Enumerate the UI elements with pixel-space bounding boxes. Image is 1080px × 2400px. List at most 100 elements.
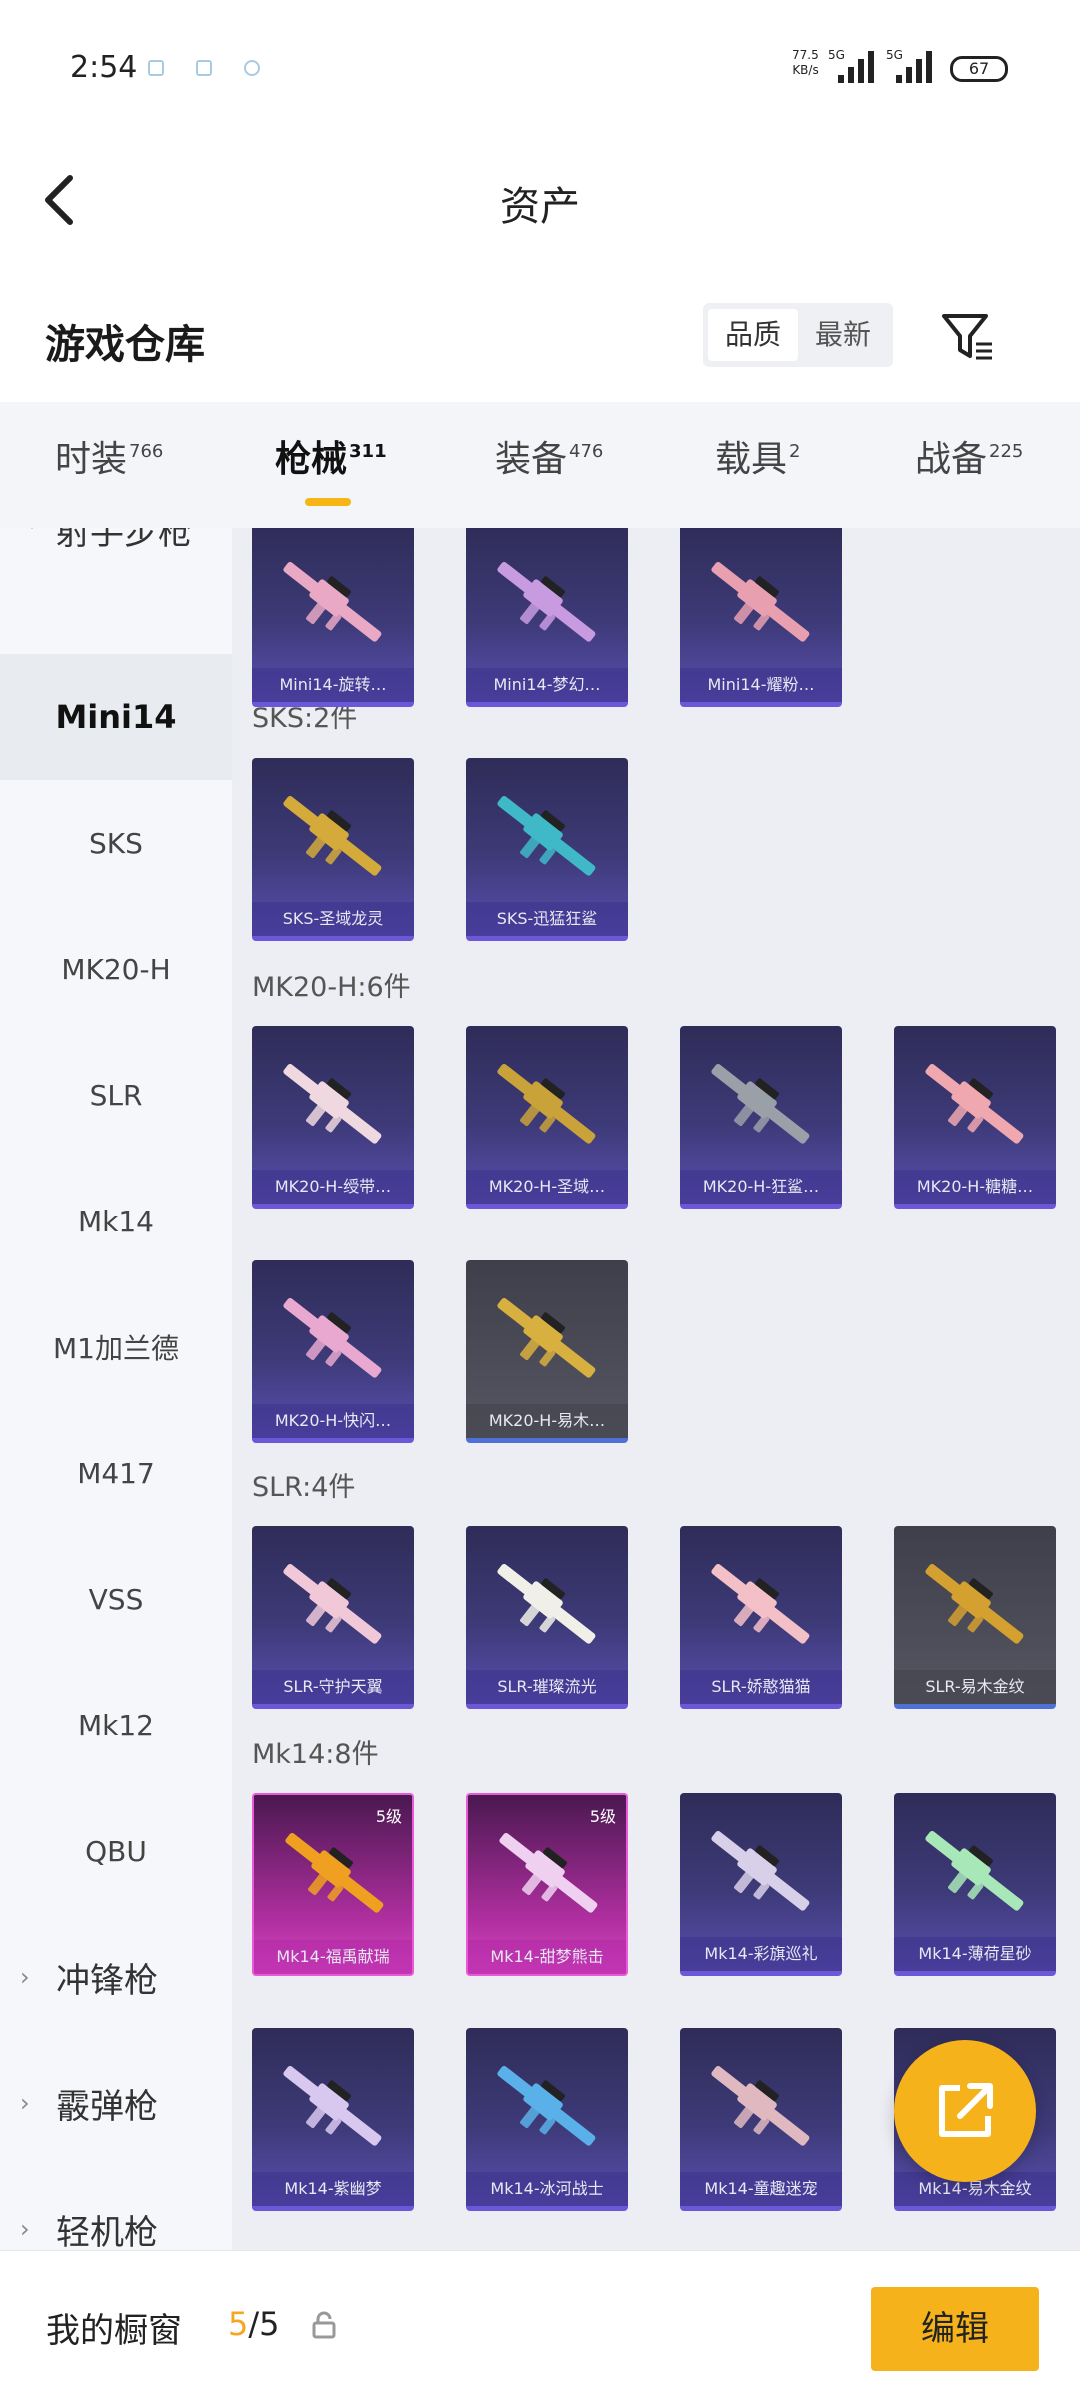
skin-name: MK20-H-快闪… — [252, 1404, 414, 1438]
filter-icon[interactable] — [940, 310, 996, 364]
share-float-button[interactable] — [894, 2040, 1036, 2182]
signal-icon — [838, 51, 874, 83]
gun-skin-image — [497, 561, 596, 642]
sidebar-item-slr[interactable]: SLR — [0, 1032, 232, 1158]
skin-card[interactable]: MK20-H-糖糖… — [894, 1026, 1056, 1209]
tab-supplies[interactable]: 战备 225 — [915, 430, 1023, 482]
skin-card[interactable]: SKS-迅猛狂鲨 — [466, 758, 628, 941]
sidebar-group-smg[interactable]: › 冲锋枪 — [0, 1914, 232, 2040]
status-time: 2:54 — [70, 50, 138, 85]
gun-skin-image — [711, 1830, 810, 1911]
skin-name: SLR-易木金纹 — [894, 1670, 1056, 1704]
skin-card[interactable]: SLR-娇憨猫猫 — [680, 1526, 842, 1709]
sidebar-item-label: MK20-H — [61, 952, 171, 986]
skin-name: Mk14-福禹献瑞 — [254, 1940, 412, 1974]
skin-card[interactable]: SKS-圣域龙灵 — [252, 758, 414, 941]
section-title-mk20h: MK20-H:6件 — [252, 972, 411, 1003]
battery-icon: 67 — [950, 56, 1008, 82]
sort-quality-button[interactable]: 品质 — [708, 309, 798, 361]
skin-card[interactable]: SLR-易木金纹 — [894, 1526, 1056, 1709]
skin-card[interactable]: 5级 Mk14-福禹献瑞 — [252, 1793, 414, 1976]
sort-newest-button[interactable]: 最新 — [798, 309, 888, 361]
gun-skin-image — [497, 1563, 596, 1644]
sidebar-group-marksman[interactable]: ﹀ 射手步枪 — [0, 528, 232, 592]
tab-label: 装备 — [495, 439, 568, 480]
sidebar-item-mk20h[interactable]: MK20-H — [0, 906, 232, 1032]
skin-card[interactable]: Mk14-紫幽梦 — [252, 2028, 414, 2211]
warehouse-toolbar: 游戏仓库 品质 最新 — [0, 290, 1080, 380]
showcase-total: /5 — [248, 2305, 280, 2343]
skin-card[interactable]: Mk14-童趣迷宠 — [680, 2028, 842, 2211]
skin-card[interactable]: MK20-H-圣域… — [466, 1026, 628, 1209]
skin-card[interactable]: Mk14-冰河战士 — [466, 2028, 628, 2211]
skin-name: MK20-H-狂鲨… — [680, 1170, 842, 1204]
tab-count: 476 — [569, 441, 604, 462]
skin-card[interactable]: MK20-H-绶带… — [252, 1026, 414, 1209]
skin-card[interactable]: 5级 Mk14-甜梦熊击 — [466, 1793, 628, 1976]
skin-name: Mk14-紫幽梦 — [252, 2172, 414, 2206]
skin-card[interactable]: SLR-璀璨流光 — [466, 1526, 628, 1709]
section-title-slr: SLR:4件 — [252, 1472, 356, 1503]
gun-skin-image — [283, 795, 382, 876]
weapon-type-sidebar: ﹀ 射手步枪 Mini14 SKS MK20-H SLR Mk14 M1加兰德 M… — [0, 528, 232, 2250]
sidebar-item-label: 霰弹枪 — [56, 2086, 158, 2127]
showcase-count: 5/5 — [228, 2305, 280, 2343]
sidebar-item-label: QBU — [85, 1834, 147, 1868]
skin-name: Mk14-薄荷星砂 — [894, 1937, 1056, 1971]
notification-icon — [244, 60, 260, 76]
sidebar-item-m417[interactable]: M417 — [0, 1410, 232, 1536]
skin-card[interactable]: MK20-H-易木… — [466, 1260, 628, 1443]
sidebar-item-label: SKS — [89, 826, 143, 860]
skin-name: Mk14-彩旗巡礼 — [680, 1937, 842, 1971]
edit-button[interactable]: 编辑 — [871, 2287, 1039, 2371]
skin-name: Mk14-冰河战士 — [466, 2172, 628, 2206]
sidebar-item-label: Mk14 — [77, 1204, 154, 1238]
tab-label: 枪械 — [275, 439, 348, 480]
showcase-bar: 我的橱窗 5/5 编辑 — [0, 2250, 1080, 2400]
tab-equipment[interactable]: 装备 476 — [495, 430, 603, 482]
tab-outfits[interactable]: 时装 766 — [55, 430, 163, 482]
skin-name: SKS-圣域龙灵 — [252, 902, 414, 936]
notification-icon — [196, 60, 212, 76]
skin-name: Mini14-旋转… — [252, 668, 414, 702]
sidebar-item-label: VSS — [88, 1582, 144, 1616]
net-speed-value: 77.5 — [792, 48, 819, 62]
sidebar-item-m1garand[interactable]: M1加兰德 — [0, 1284, 232, 1410]
gun-skin-image — [283, 561, 382, 642]
sidebar-item-mk12[interactable]: Mk12 — [0, 1662, 232, 1788]
tab-weapons[interactable]: 枪械 311 — [275, 430, 387, 482]
signal-icon — [896, 51, 932, 83]
skin-card[interactable]: Mini14-梦幻… — [466, 528, 628, 707]
sidebar-item-vss[interactable]: VSS — [0, 1536, 232, 1662]
sidebar-item-mini14[interactable]: Mini14 — [0, 654, 232, 780]
notification-icon — [148, 60, 164, 76]
skin-card[interactable]: MK20-H-快闪… — [252, 1260, 414, 1443]
sidebar-item-qbu[interactable]: QBU — [0, 1788, 232, 1914]
skin-card[interactable]: Mini14-耀粉… — [680, 528, 842, 707]
sidebar-item-mk14[interactable]: Mk14 — [0, 1158, 232, 1284]
gun-skin-image — [285, 1832, 384, 1913]
gun-skin-image — [497, 1063, 596, 1144]
skin-name: SLR-璀璨流光 — [466, 1670, 628, 1704]
sidebar-item-sks[interactable]: SKS — [0, 780, 232, 906]
skin-name: Mini14-耀粉… — [680, 668, 842, 702]
tab-vehicles[interactable]: 载具 2 — [715, 430, 800, 482]
skin-card[interactable]: SLR-守护天翼 — [252, 1526, 414, 1709]
sidebar-group-shotgun[interactable]: › 霰弹枪 — [0, 2040, 232, 2166]
sidebar-group-lmg[interactable]: › 轻机枪 — [0, 2166, 232, 2251]
gun-skin-image — [283, 1063, 382, 1144]
skin-card[interactable]: Mk14-薄荷星砂 — [894, 1793, 1056, 1976]
skin-card[interactable]: MK20-H-狂鲨… — [680, 1026, 842, 1209]
page-title: 资产 — [500, 184, 580, 230]
skin-name: SLR-守护天翼 — [252, 1670, 414, 1704]
gun-skin-image — [499, 1832, 598, 1913]
skin-name: MK20-H-圣域… — [466, 1170, 628, 1204]
skin-grid: SKS:2件 MK20-H:6件 SLR:4件 Mk14:8件 Mini14-旋… — [232, 528, 1080, 2250]
gun-skin-image — [711, 561, 810, 642]
level-badge: 5级 — [375, 1807, 402, 1826]
skin-card[interactable]: Mini14-旋转… — [252, 528, 414, 707]
gun-skin-image — [925, 1830, 1024, 1911]
status-bar: 2:54 77.5 KB/s 5G 5G 67 — [0, 0, 1080, 140]
category-tabs: 时装 766 枪械 311 装备 476 载具 2 战备 225 — [0, 402, 1080, 528]
skin-card[interactable]: Mk14-彩旗巡礼 — [680, 1793, 842, 1976]
